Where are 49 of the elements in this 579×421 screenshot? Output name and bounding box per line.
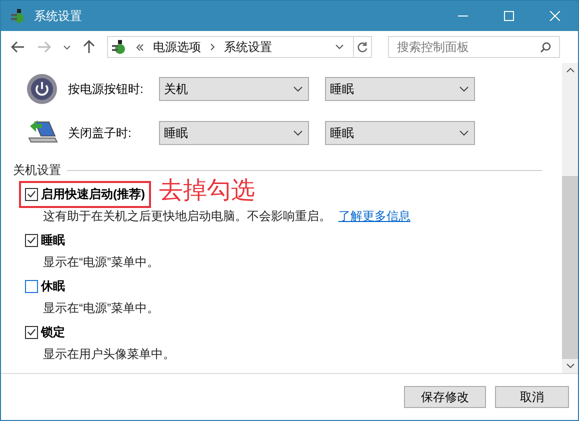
option-description: 显示在用户头像菜单中。 xyxy=(43,347,175,361)
scrollbar[interactable] xyxy=(562,63,578,373)
maximize-icon[interactable] xyxy=(504,11,514,21)
checkbox-square[interactable] xyxy=(25,326,38,338)
back-arrow-icon[interactable] xyxy=(11,41,25,53)
chevron-right-icon[interactable] xyxy=(210,43,215,51)
setting-label: 按电源按钮时: xyxy=(68,80,144,98)
chevron-down-icon xyxy=(459,130,469,136)
double-chevron-icon[interactable] xyxy=(136,44,144,50)
checkbox-square[interactable] xyxy=(25,234,38,246)
checkbox[interactable]: 启用快速启动(推荐) xyxy=(25,186,145,202)
power-plug-icon xyxy=(111,39,127,55)
up-arrow-icon[interactable] xyxy=(83,40,95,54)
breadcrumb-item[interactable]: 电源选项 xyxy=(153,38,201,56)
refresh-icon xyxy=(357,41,368,53)
checkbox[interactable]: 睡眠 xyxy=(25,232,65,248)
close-icon[interactable] xyxy=(550,11,560,21)
window-title: 系统设置 xyxy=(34,8,82,24)
power-plug-icon xyxy=(10,8,26,24)
scroll-up-icon[interactable] xyxy=(566,67,574,73)
scroll-down-icon[interactable] xyxy=(566,363,574,369)
dialog-button[interactable]: 取消 xyxy=(495,386,569,408)
checkbox-square[interactable] xyxy=(25,280,38,292)
dropdown[interactable]: 关机 xyxy=(159,77,309,101)
option-description: 这有助于在关机之后更快地启动电脑。不会影响重启。 xyxy=(43,209,331,223)
chevron-down-icon[interactable] xyxy=(63,44,71,50)
dropdown[interactable]: 睡眠 xyxy=(159,121,309,145)
annotation-text: 去掉勾选 xyxy=(159,176,255,206)
address-bar[interactable]: 电源选项 系统设置 xyxy=(107,36,372,58)
chevron-down-icon xyxy=(459,86,469,92)
chevron-down-icon xyxy=(293,86,303,92)
search-field[interactable]: 搜索控制面板 xyxy=(388,36,560,58)
option-description: 显示在“电源”菜单中。 xyxy=(43,255,159,269)
breadcrumb-item[interactable]: 系统设置 xyxy=(224,38,272,56)
chevron-down-icon xyxy=(293,130,303,136)
section-title: 关机设置 xyxy=(13,162,61,179)
checkbox[interactable]: 休眠 xyxy=(25,278,65,294)
scroll-thumb[interactable] xyxy=(562,176,578,359)
dialog-button[interactable]: 保存修改 xyxy=(404,386,486,408)
learn-more-link[interactable]: 了解更多信息 xyxy=(338,209,410,223)
setting-label: 关闭盖子时: xyxy=(68,124,132,142)
power-button-icon xyxy=(26,73,58,105)
chevron-down-icon[interactable] xyxy=(335,44,344,50)
option-description: 显示在“电源”菜单中。 xyxy=(43,301,159,315)
checkbox-square[interactable] xyxy=(25,188,38,200)
search-icon xyxy=(540,42,551,53)
dropdown[interactable]: 睡眠 xyxy=(325,121,475,145)
dropdown[interactable]: 睡眠 xyxy=(325,77,475,101)
checkbox[interactable]: 锁定 xyxy=(25,324,65,340)
